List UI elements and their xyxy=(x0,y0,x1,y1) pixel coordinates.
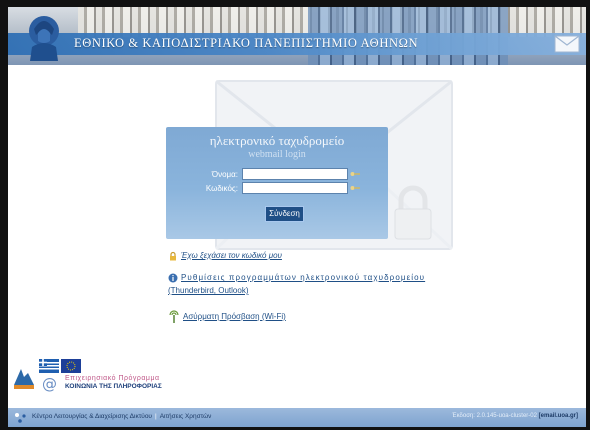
program-title: Επιχειρησιακό Πρόγραμμα xyxy=(65,375,160,382)
lock-icon xyxy=(170,251,176,261)
login-submit-button[interactable]: Σύνδεση xyxy=(265,206,304,222)
key-icon xyxy=(350,186,360,190)
wifi-row: Ασύρματη Πρόσβαση (Wi-Fi) xyxy=(168,310,286,324)
funding-logos: @ Επιχειρησιακό Πρόγραμμα ΚΟΙΝΩΝΙΑ ΤΗΣ Π… xyxy=(11,359,171,395)
login-panel: ηλεκτρονικό ταχυδρομείο webmail login Όν… xyxy=(166,127,388,239)
host-text: [email.uoa.gr] xyxy=(538,413,578,419)
wifi-access-link[interactable]: Ασύρματη Πρόσβαση (Wi-Fi) xyxy=(183,312,286,321)
infosoc-logo-icon xyxy=(11,363,37,391)
login-heading: ηλεκτρονικό ταχυδρομείο xyxy=(209,133,345,148)
envelope-icon[interactable] xyxy=(554,35,580,53)
eu-flag-icon xyxy=(61,359,81,373)
network-dots-icon xyxy=(15,413,26,423)
wifi-antenna-icon xyxy=(169,310,179,323)
client-settings-link-2[interactable]: (Thunderbird, Outlook) xyxy=(168,286,248,295)
username-label: Όνομα: xyxy=(211,170,238,179)
at-sign-logo-icon: @ xyxy=(42,375,57,393)
webmail-login-page: ΕΘΝΙΚΟ & ΚΑΠΟΔΙΣΤΡΙΑΚΟ ΠΑΝΕΠΙΣΤΗΜΙΟ ΑΘΗΝ… xyxy=(8,7,586,427)
footer-left: Κέντρο Λειτουργίας & Διαχείρισης Δικτύου… xyxy=(32,413,211,420)
program-subtitle: ΚΟΙΝΩΝΙΑ ΤΗΣ ΠΛΗΡΟΦΟΡΙΑΣ xyxy=(65,383,162,390)
client-settings-row: Ρυθμίσεις προγραμμάτων ηλεκτρονικού ταχυ… xyxy=(168,273,425,283)
password-label: Κωδικός: xyxy=(205,184,238,193)
key-icon xyxy=(350,172,360,176)
footer-separator: | xyxy=(154,413,157,420)
login-subheading: webmail login xyxy=(248,149,306,160)
header-banner: ΕΘΝΙΚΟ & ΚΑΠΟΔΙΣΤΡΙΑΚΟ ΠΑΝΕΠΙΣΤΗΜΙΟ ΑΘΗΝ… xyxy=(8,7,586,65)
footer-right: Έκδοση: 2.0.145-uoa-cluster-02 [email.uo… xyxy=(452,413,578,419)
svg-text:@: @ xyxy=(42,375,57,393)
university-title: ΕΘΝΙΚΟ & ΚΑΠΟΔΙΣΤΡΙΑΚΟ ΠΑΝΕΠΙΣΤΗΜΙΟ ΑΘΗΝ… xyxy=(74,36,419,50)
username-input[interactable] xyxy=(242,168,348,180)
footer-bar: Κέντρο Λειτουργίας & Διαχείρισης Δικτύου… xyxy=(8,408,586,427)
athena-logo-icon xyxy=(29,16,59,61)
info-icon xyxy=(168,273,178,283)
password-input[interactable] xyxy=(242,182,348,194)
client-settings-row-2: (Thunderbird, Outlook) xyxy=(168,286,248,295)
user-requests-link[interactable]: Αιτήσεις Χρηστών xyxy=(160,413,212,420)
noc-text: Κέντρο Λειτουργίας & Διαχείρισης Δικτύου xyxy=(32,413,152,420)
version-text: Έκδοση: 2.0.145-uoa-cluster-02 xyxy=(451,413,537,419)
forgot-password-link[interactable]: Έχω ξεχάσει τον κωδικό μου xyxy=(181,251,282,260)
forgot-password-row: Έχω ξεχάσει τον κωδικό μου xyxy=(168,251,282,261)
client-settings-link[interactable]: Ρυθμίσεις προγραμμάτων ηλεκτρονικού ταχυ… xyxy=(181,273,425,282)
greek-flag-icon xyxy=(39,359,59,373)
padlock-icon xyxy=(394,185,432,240)
